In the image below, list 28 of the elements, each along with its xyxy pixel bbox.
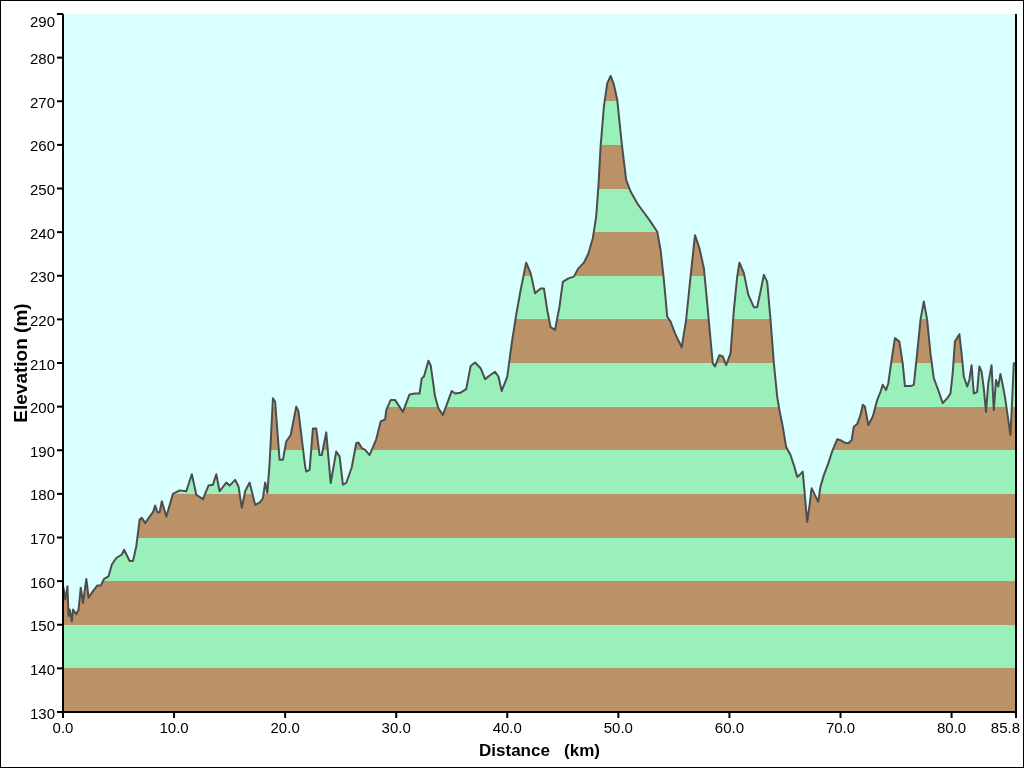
- x-tick-label: 40.0: [492, 719, 522, 736]
- x-tick-label: 85.8: [990, 719, 1020, 736]
- x-tick-label: 60.0: [714, 719, 745, 736]
- y-tick-label: 140: [29, 660, 55, 678]
- y-tick-label: 130: [29, 704, 55, 722]
- y-tick-label: 150: [29, 617, 55, 635]
- y-tick-label: 160: [29, 573, 55, 591]
- x-axis-title: Distance (km): [479, 741, 600, 760]
- y-tick-label: 270: [29, 93, 55, 111]
- x-tick-label: 10.0: [159, 719, 189, 736]
- y-tick-label: 190: [29, 442, 55, 460]
- y-tick-label: 200: [29, 399, 55, 417]
- y-tick-label: 290: [29, 12, 55, 30]
- x-tick-label: 20.0: [270, 719, 300, 736]
- y-tick-label: 180: [29, 486, 55, 504]
- y-tick-label: 230: [29, 268, 55, 286]
- y-tick-label: 210: [29, 355, 55, 373]
- y-tick-label: 240: [29, 224, 55, 242]
- y-tick-label: 250: [29, 181, 55, 198]
- y-tick-label: 170: [29, 530, 55, 547]
- y-axis-title: Elevation (m): [9, 303, 31, 423]
- x-tick-label: 80.0: [937, 719, 967, 736]
- y-tick-label: 260: [29, 137, 55, 155]
- y-tick-label: 280: [29, 50, 55, 68]
- x-tick-label: 50.0: [603, 719, 633, 736]
- x-tick-label: 70.0: [825, 719, 856, 736]
- x-tick-label: 30.0: [381, 719, 411, 736]
- x-tick-label: 0.0: [52, 719, 74, 736]
